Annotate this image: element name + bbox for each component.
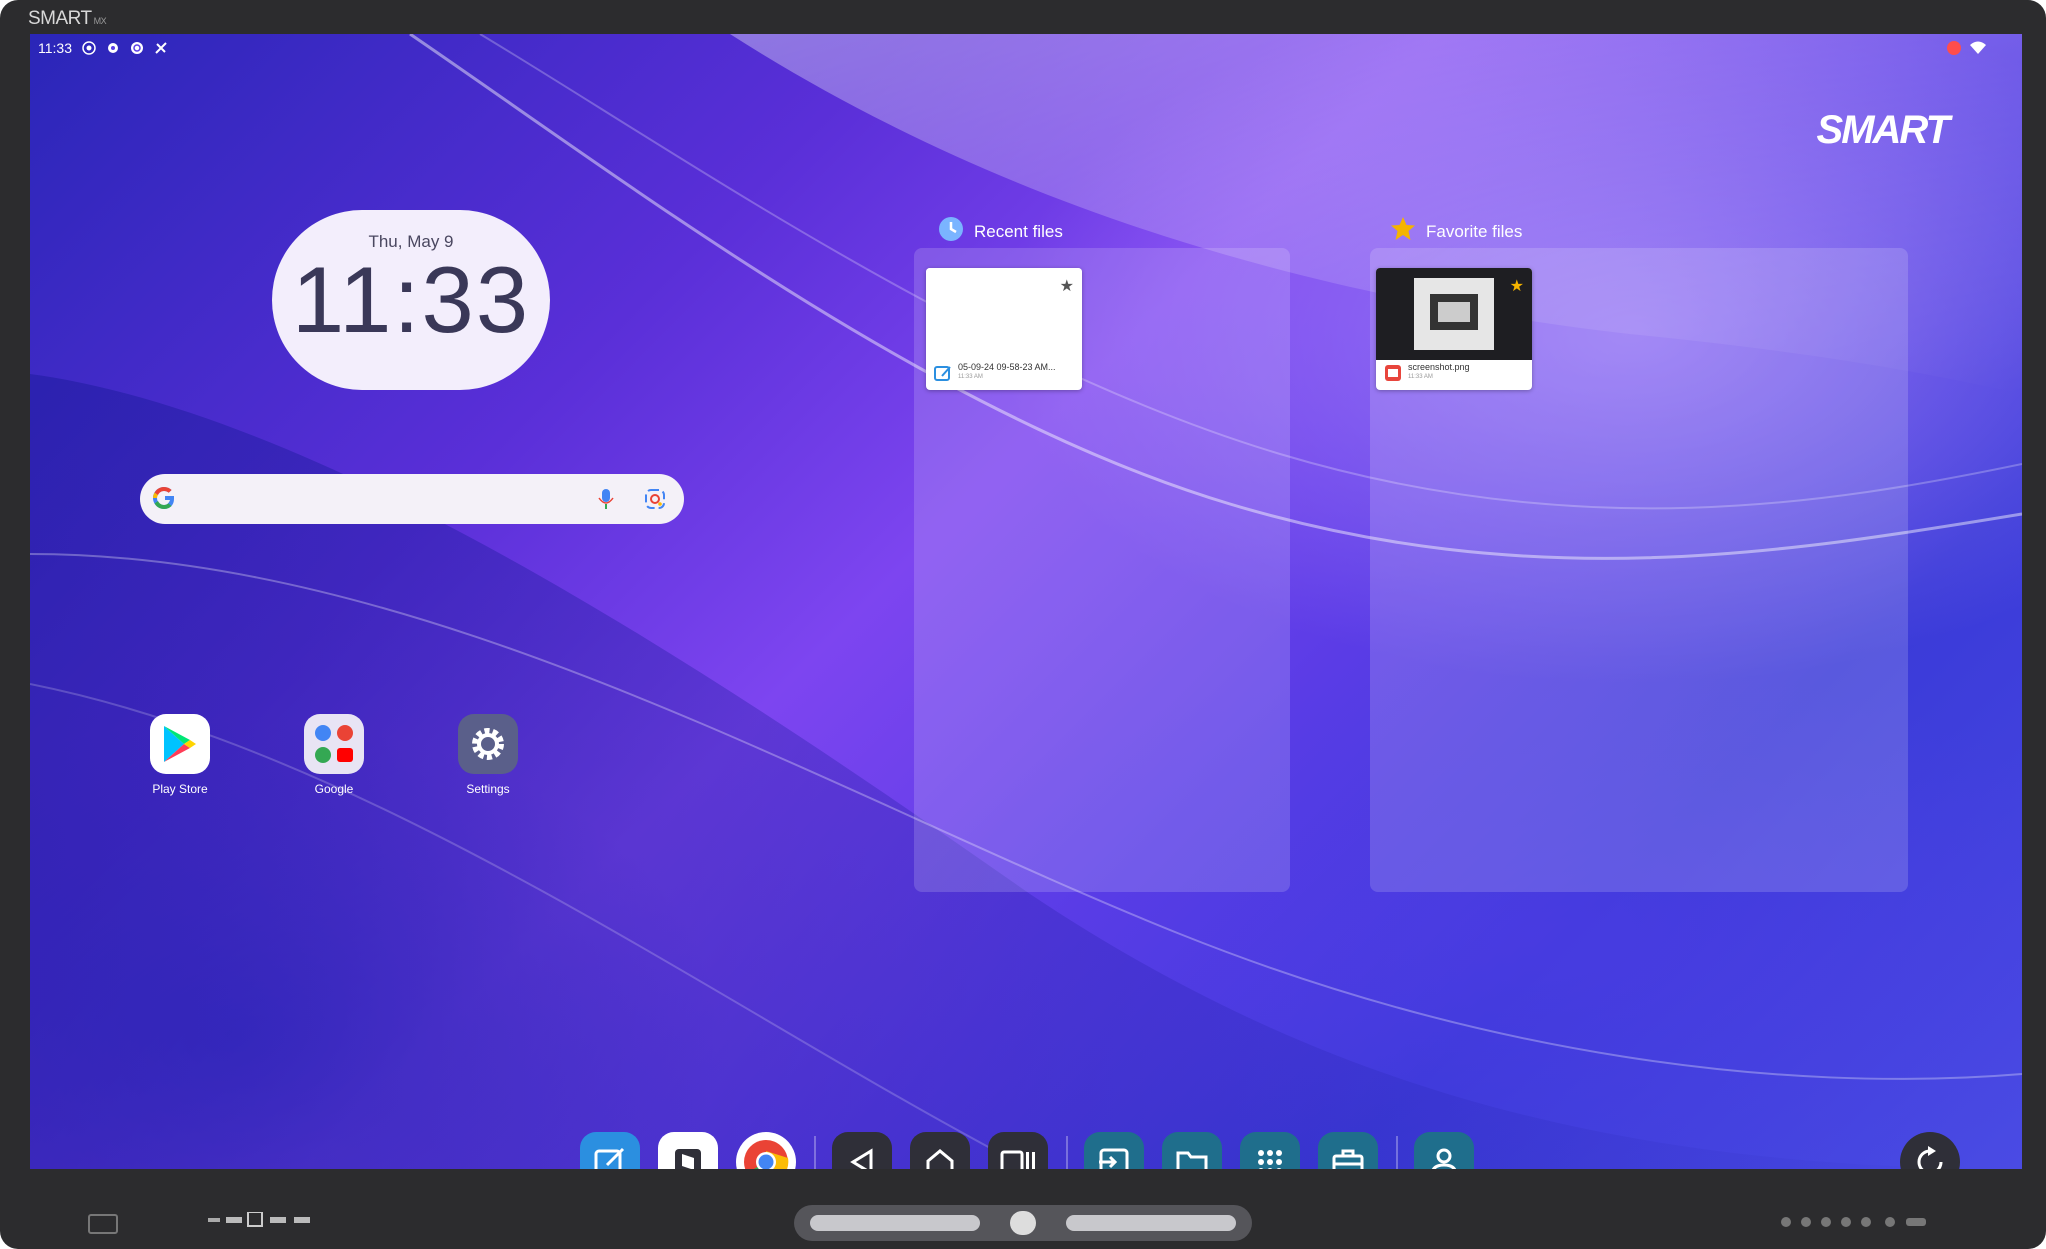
dock-divider [1066, 1136, 1068, 1169]
status-bar: 11:33 [30, 34, 2022, 62]
smart-notebook-icon[interactable] [658, 1132, 718, 1169]
app-label: Play Store [152, 782, 208, 796]
app-google-folder[interactable]: Google [284, 714, 384, 796]
play-store-icon [150, 714, 210, 774]
back-icon[interactable] [832, 1132, 892, 1169]
ports-icon [208, 1211, 318, 1230]
front-panel-buttons[interactable] [1780, 1216, 1930, 1236]
pen-left[interactable] [810, 1215, 980, 1231]
files-icon[interactable] [1162, 1132, 1222, 1169]
app-play-store[interactable]: Play Store [130, 714, 230, 796]
app-label: Google [314, 782, 354, 796]
pen-tray [794, 1205, 1252, 1241]
dock-divider [1396, 1136, 1398, 1169]
recent-files-header: Recent files [938, 216, 1063, 247]
android-home-screen: 11:33 SMART Thu, May 9 11:33 Recent file… [30, 34, 2022, 1169]
recent-file-card[interactable]: ★ 05-09-24 09-58-23 AM... 11:33 AM [926, 268, 1082, 390]
google-search-bar[interactable] [140, 474, 684, 524]
star-icon [1390, 216, 1416, 247]
file-name: screenshot.png [1408, 362, 1470, 372]
app-label: Settings [466, 782, 510, 796]
google-logo-icon [152, 484, 178, 519]
input-icon[interactable] [1084, 1132, 1144, 1169]
usb-port-icon [88, 1214, 118, 1234]
smart-logo: SMART [1816, 108, 1950, 152]
file-thumbnail [926, 268, 1082, 360]
file-name: 05-09-24 09-58-23 AM... [958, 362, 1056, 372]
wifi-icon [1970, 41, 1986, 58]
microphone-icon[interactable] [598, 488, 614, 515]
sync-icon [130, 41, 144, 55]
dock-divider [814, 1136, 816, 1169]
app-settings[interactable]: Settings [438, 714, 538, 796]
screenshot-thumbnail [1376, 268, 1532, 360]
status-time: 11:33 [38, 40, 72, 56]
eraser-button[interactable] [1010, 1211, 1036, 1235]
notification-dot-icon [1946, 40, 1962, 59]
account-icon[interactable] [1414, 1132, 1474, 1169]
settings-gear-icon [458, 714, 518, 774]
star-outline-icon[interactable]: ★ [1060, 276, 1074, 296]
toolbox-icon[interactable] [1318, 1132, 1378, 1169]
clock-widget[interactable]: Thu, May 9 11:33 [272, 210, 550, 390]
rotate-icon[interactable] [1900, 1132, 1960, 1169]
clock-icon [938, 216, 964, 247]
clock-time: 11:33 [291, 247, 531, 352]
google-lens-icon[interactable] [644, 488, 666, 515]
recents-icon[interactable] [988, 1132, 1048, 1169]
tools-icon [154, 41, 168, 55]
record-icon [82, 41, 96, 55]
search-input[interactable] [188, 484, 568, 514]
favorite-file-card[interactable]: ★ screenshot.png 11:33 AM [1376, 268, 1532, 390]
star-filled-icon[interactable]: ★ [1510, 276, 1524, 296]
favorite-files-panel: ★ screenshot.png 11:33 AM [1370, 248, 1908, 892]
favorite-files-header: Favorite files [1390, 216, 1522, 247]
whiteboard-file-icon [934, 364, 952, 382]
whiteboard-icon[interactable] [580, 1132, 640, 1169]
file-subtitle: 11:33 AM [958, 374, 983, 380]
recent-files-title: Recent files [974, 221, 1063, 241]
apps-grid-icon[interactable] [1240, 1132, 1300, 1169]
recent-files-panel: ★ 05-09-24 09-58-23 AM... 11:33 AM [914, 248, 1290, 892]
google-folder-icon [304, 714, 364, 774]
image-file-icon [1384, 364, 1402, 382]
favorite-files-title: Favorite files [1426, 221, 1523, 241]
file-subtitle: 11:33 AM [1408, 374, 1433, 380]
pen-right[interactable] [1066, 1215, 1236, 1231]
home-icon[interactable] [910, 1132, 970, 1169]
gear-icon [106, 41, 120, 55]
chrome-icon[interactable] [736, 1132, 796, 1169]
bezel-brand-logo: SMART MX [28, 8, 107, 29]
